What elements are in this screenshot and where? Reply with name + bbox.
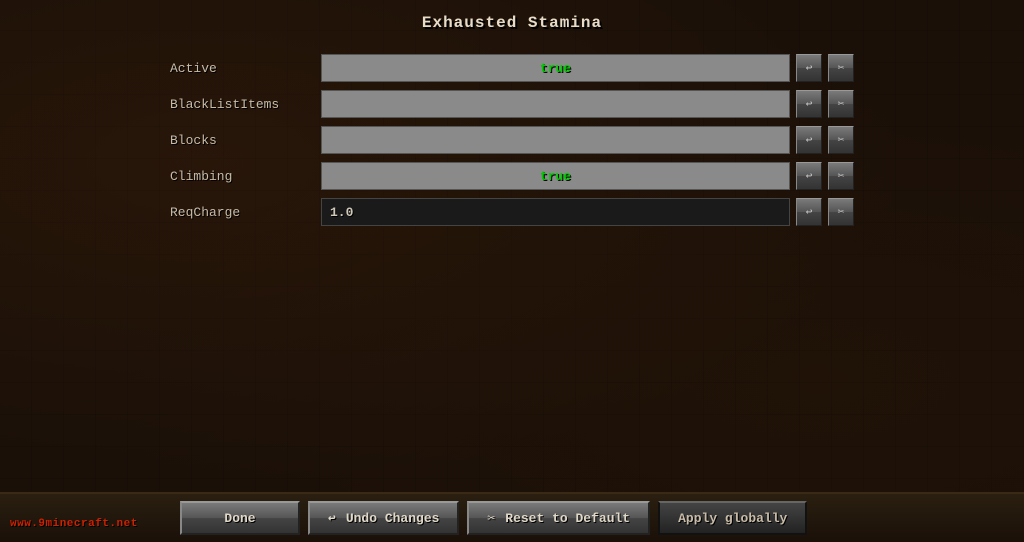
setting-row-climbing: Climbing true ↩✂ (170, 160, 854, 192)
setting-value-climbing: true (540, 169, 571, 184)
setting-value-reqcharge: 1.0 (330, 205, 353, 220)
setting-control-reqcharge[interactable]: 1.0 (321, 198, 790, 226)
scissors-field-button-active[interactable]: ✂ (828, 54, 854, 82)
setting-row-active: Active true ↩✂ (170, 52, 854, 84)
reset-label: Reset to Default (505, 511, 630, 526)
scissors-icon (487, 511, 499, 526)
scissors-field-button-climbing[interactable]: ✂ (828, 162, 854, 190)
setting-label-active: Active (170, 61, 315, 76)
setting-row-reqcharge: ReqCharge 1.0 ↩✂ (170, 196, 854, 228)
reset-field-button-active[interactable]: ↩ (796, 54, 822, 82)
setting-control-climbing[interactable]: true (321, 162, 790, 190)
undo-label: Undo Changes (346, 511, 440, 526)
setting-label-reqcharge: ReqCharge (170, 205, 315, 220)
setting-label-blocks: Blocks (170, 133, 315, 148)
bottom-bar: www.9minecraft.net Done Undo Changes Res… (0, 492, 1024, 542)
setting-label-climbing: Climbing (170, 169, 315, 184)
scissors-field-button-reqcharge[interactable]: ✂ (828, 198, 854, 226)
setting-control-blocks[interactable] (321, 126, 790, 154)
scissors-field-button-blocks[interactable]: ✂ (828, 126, 854, 154)
done-button[interactable]: Done (180, 501, 300, 535)
scissors-field-button-blacklistitems[interactable]: ✂ (828, 90, 854, 118)
setting-control-blacklistitems[interactable] (321, 90, 790, 118)
page-title: Exhausted Stamina (0, 0, 1024, 42)
undo-icon (328, 511, 340, 526)
setting-label-blacklistitems: BlackListItems (170, 97, 315, 112)
reset-field-button-climbing[interactable]: ↩ (796, 162, 822, 190)
setting-value-active: true (540, 61, 571, 76)
reset-field-button-reqcharge[interactable]: ↩ (796, 198, 822, 226)
settings-area: Activetrue↩✂BlackListItems↩✂Blocks↩✂Clim… (0, 42, 1024, 238)
reset-field-button-blocks[interactable]: ↩ (796, 126, 822, 154)
setting-row-blacklistitems: BlackListItems ↩✂ (170, 88, 854, 120)
apply-globally-button[interactable]: Apply globally (658, 501, 807, 535)
watermark: www.9minecraft.net (10, 518, 138, 530)
reset-button[interactable]: Reset to Default (467, 501, 650, 535)
setting-control-active[interactable]: true (321, 54, 790, 82)
setting-row-blocks: Blocks ↩✂ (170, 124, 854, 156)
reset-field-button-blacklistitems[interactable]: ↩ (796, 90, 822, 118)
undo-button[interactable]: Undo Changes (308, 501, 459, 535)
